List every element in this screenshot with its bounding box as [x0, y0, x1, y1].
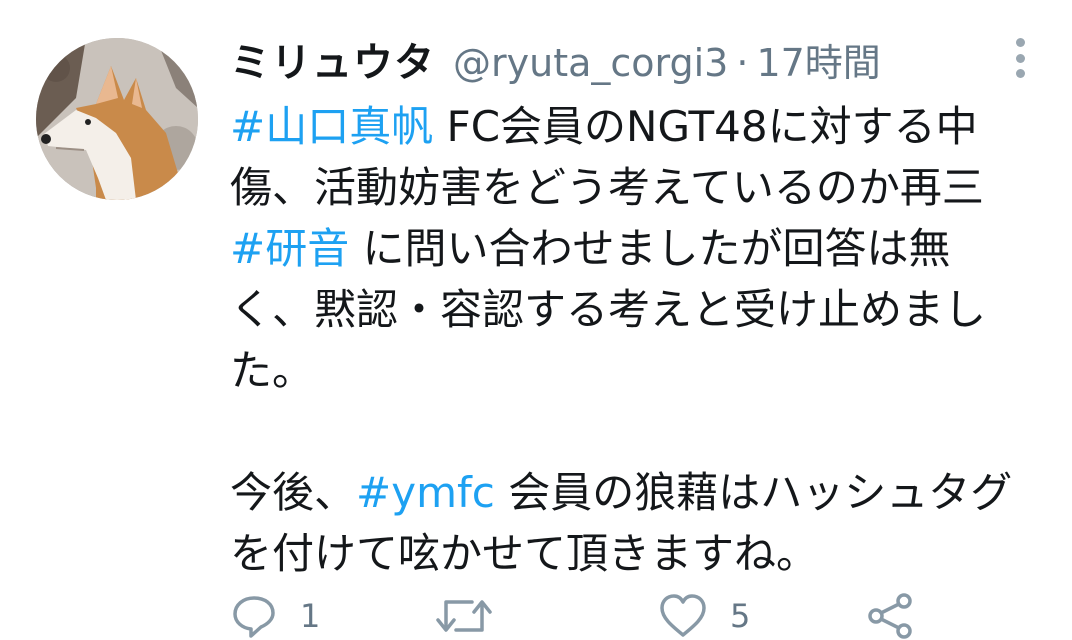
- timestamp[interactable]: 17時間: [756, 32, 880, 87]
- tweet-header: ミリュウタ @ryuta_corgi3 · 17時間: [230, 30, 881, 88]
- more-vertical-icon[interactable]: [1008, 38, 1032, 78]
- tweet-actions: 1 5: [230, 592, 1030, 640]
- tweet-line: #研音 に問い合わせましたが回答は無: [230, 218, 1050, 279]
- more-dot: [1015, 69, 1025, 78]
- separator-dot: ·: [736, 41, 749, 85]
- tweet-text-segment: 今後、: [230, 468, 357, 517]
- tweet-line: く、黙認・容認する考えと受け止めまし: [230, 279, 1050, 340]
- tweet-text-segment: 会員の狼藉はハッシュタグ: [494, 468, 1013, 517]
- share-icon: [868, 593, 912, 639]
- tweet-text-segment: 傷、活動妨害をどう考えているのか再三: [230, 163, 984, 212]
- tweet-line: た。: [230, 340, 1050, 401]
- corgi-avatar-image: [36, 38, 198, 200]
- tweet-text-segment: に問い合わせましたが回答は無: [349, 224, 951, 273]
- retweet-icon: [436, 600, 492, 632]
- tweet-line: 傷、活動妨害をどう考えているのか再三: [230, 157, 1050, 218]
- tweet-text-segment: を付けて呟かせて頂きますね。: [230, 529, 819, 578]
- avatar[interactable]: [36, 38, 198, 200]
- tweet-line: #山口真帆 FC会員のNGT48に対する中: [230, 96, 1050, 157]
- reply-icon: [233, 596, 275, 638]
- like-count: 5: [730, 597, 751, 635]
- hashtag-link[interactable]: #研音: [230, 224, 349, 273]
- user-handle[interactable]: @ryuta_corgi3: [453, 41, 728, 85]
- reply-button[interactable]: 1: [230, 592, 320, 640]
- tweet-text-segment: く、黙認・容認する考えと受け止めまし: [230, 285, 987, 334]
- tweet-text-segment: た。: [230, 346, 315, 395]
- tweet-text: #山口真帆 FC会員のNGT48に対する中傷、活動妨害をどう考えているのか再三 #…: [230, 96, 1050, 584]
- more-dot: [1015, 53, 1025, 63]
- hashtag-link[interactable]: #ymfc: [356, 468, 495, 517]
- share-button[interactable]: [866, 592, 916, 640]
- display-name[interactable]: ミリュウタ: [230, 30, 435, 88]
- more-dot: [1015, 38, 1025, 47]
- tweet-text-segment: FC会員のNGT48に対する中: [433, 102, 978, 151]
- reply-count: 1: [300, 597, 321, 635]
- tweet-line: 今後、#ymfc 会員の狼藉はハッシュタグ: [230, 462, 1050, 523]
- hashtag-link[interactable]: #山口真帆: [230, 102, 433, 151]
- like-icon: [660, 594, 706, 637]
- like-button[interactable]: 5: [658, 592, 750, 640]
- retweet-button[interactable]: [436, 592, 514, 640]
- tweet-line: を付けて呟かせて頂きますね。: [230, 523, 1050, 584]
